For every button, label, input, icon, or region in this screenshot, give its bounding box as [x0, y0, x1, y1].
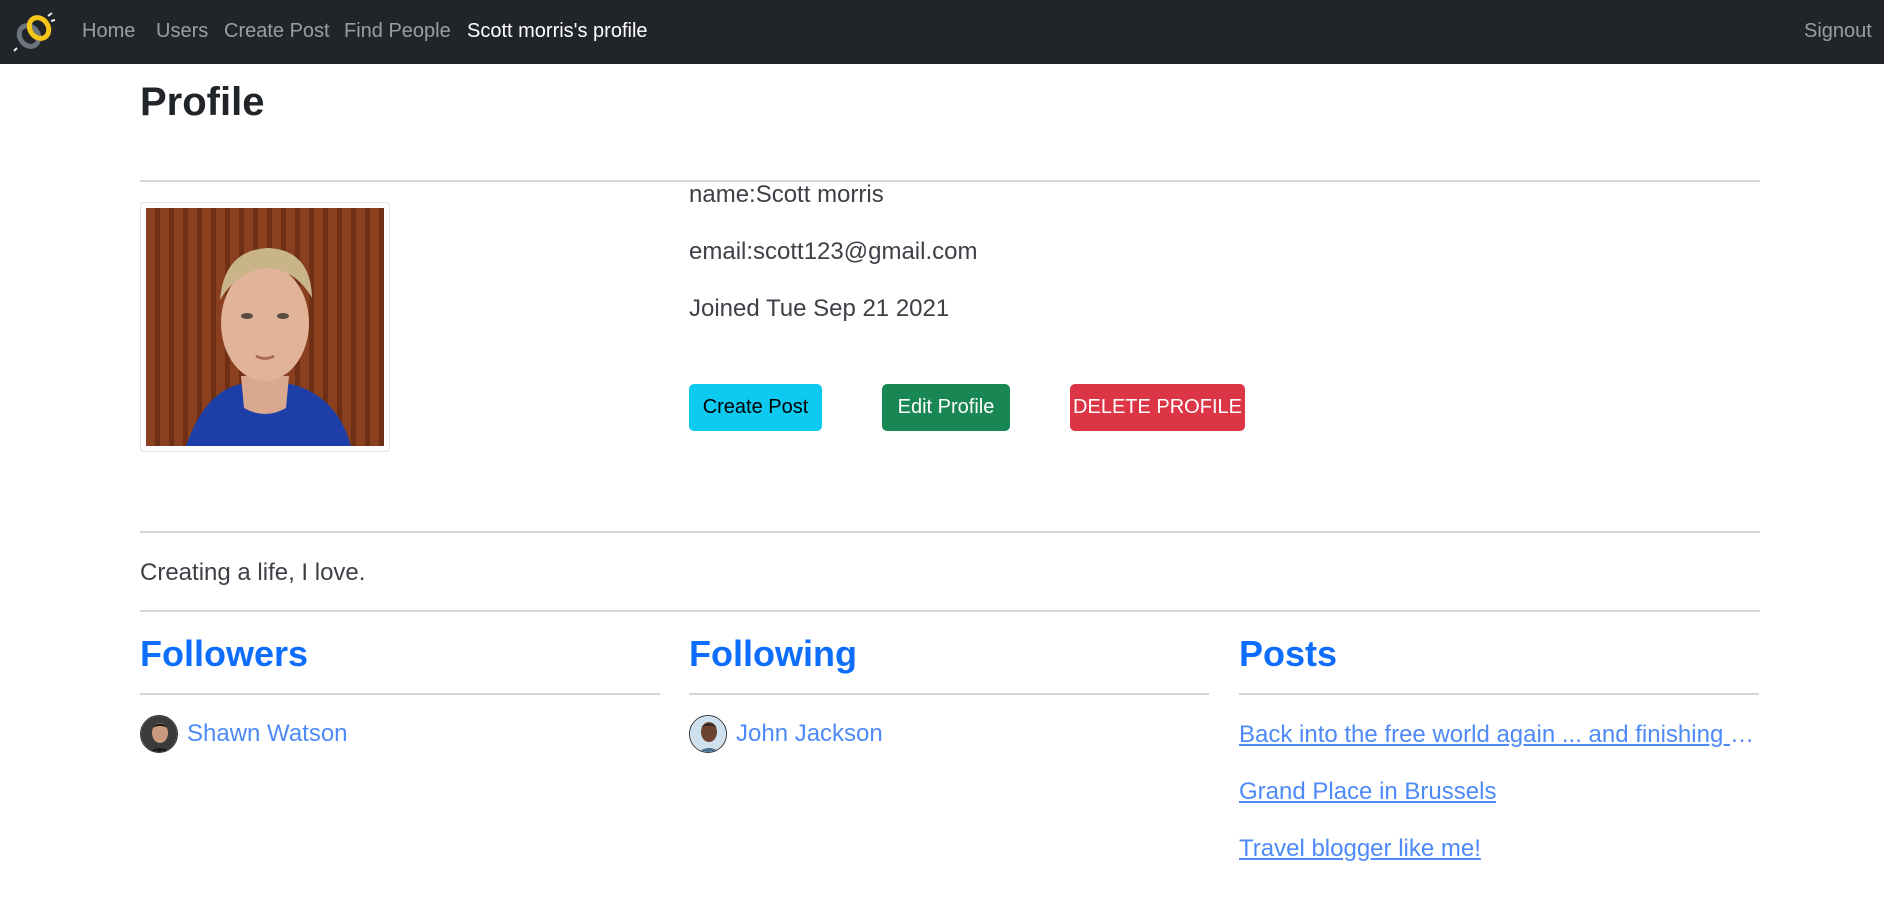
- follower-name: Shawn Watson: [187, 720, 348, 747]
- edit-profile-button[interactable]: Edit Profile: [882, 384, 1010, 431]
- follower-item[interactable]: Shawn Watson: [140, 714, 348, 754]
- divider: [140, 180, 1760, 182]
- post-link[interactable]: Grand Place in Brussels: [1239, 777, 1496, 807]
- nav-create-post[interactable]: Create Post: [224, 19, 330, 43]
- posts-title: Posts: [1239, 633, 1338, 674]
- following-name: John Jackson: [736, 720, 883, 747]
- following-title: Following: [689, 633, 857, 674]
- avatar: [140, 715, 178, 753]
- profile-photo-image: [146, 208, 384, 446]
- divider: [140, 531, 1760, 533]
- nav-home[interactable]: Home: [82, 19, 135, 43]
- create-post-button[interactable]: Create Post: [689, 384, 822, 431]
- divider: [1239, 693, 1759, 695]
- profile-joined: Joined Tue Sep 21 2021: [689, 295, 950, 322]
- page-title: Profile: [140, 80, 265, 124]
- post-link[interactable]: Back into the free world again ... and f…: [1239, 720, 1759, 750]
- nav-signout[interactable]: Signout: [1804, 19, 1872, 43]
- top-navbar: Home Users Create Post Find People Scott…: [0, 0, 1884, 64]
- divider: [140, 693, 660, 695]
- profile-name: name:Scott morris: [689, 181, 884, 208]
- divider: [689, 693, 1209, 695]
- brand-logo-icon[interactable]: [12, 12, 56, 52]
- followers-title: Followers: [140, 633, 309, 674]
- delete-profile-button[interactable]: DELETE PROFILE: [1070, 384, 1245, 431]
- profile-photo: [140, 202, 390, 452]
- divider: [140, 610, 1760, 612]
- avatar: [689, 715, 727, 753]
- profile-email: email:scott123@gmail.com: [689, 238, 978, 265]
- nav-users[interactable]: Users: [156, 19, 208, 43]
- nav-find-people[interactable]: Find People: [344, 19, 451, 43]
- following-item[interactable]: John Jackson: [689, 714, 883, 754]
- nav-current-profile[interactable]: Scott morris's profile: [467, 19, 648, 43]
- profile-about: Creating a life, I love.: [140, 559, 366, 586]
- post-link[interactable]: Travel blogger like me!: [1239, 834, 1481, 864]
